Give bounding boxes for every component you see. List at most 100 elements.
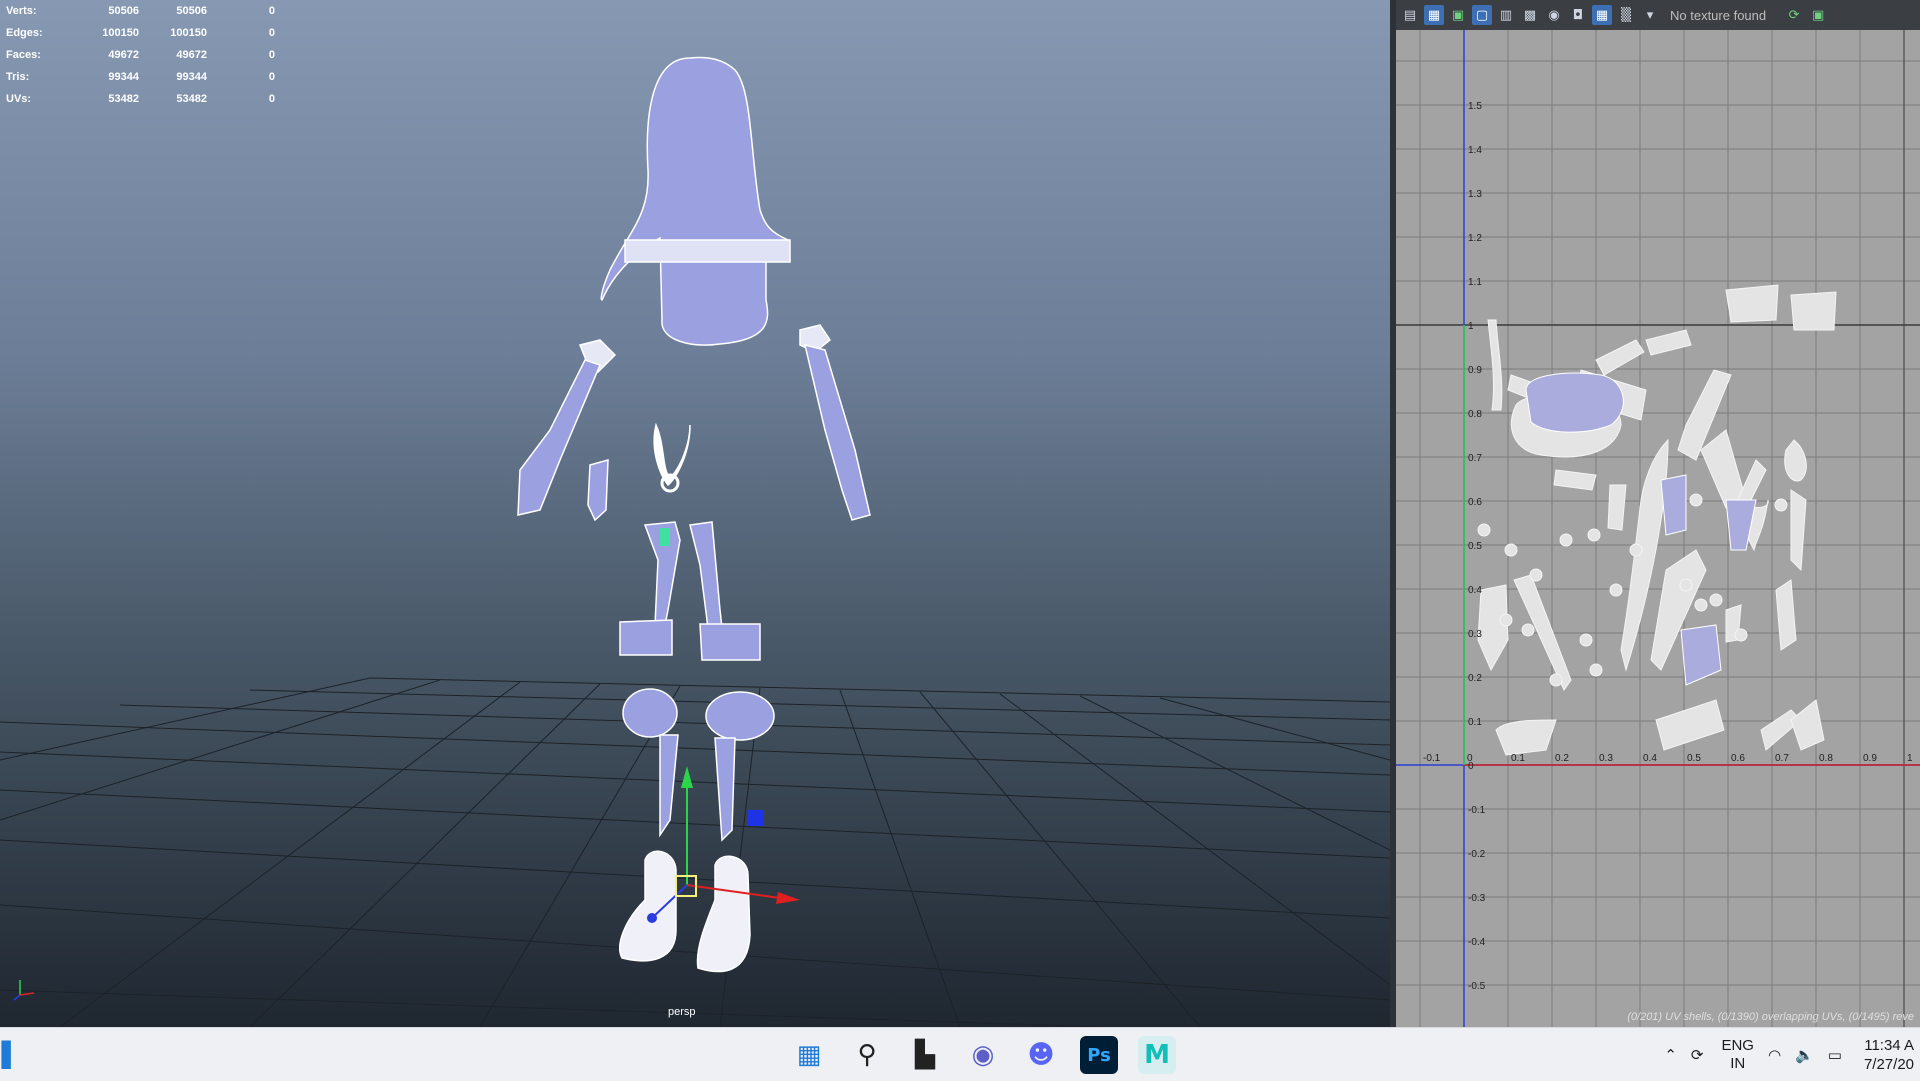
hair-band-mesh[interactable] — [624, 239, 791, 263]
left-arm-mesh[interactable] — [517, 359, 602, 516]
uv-shell-ring[interactable] — [1579, 633, 1593, 647]
v-tick-label: 0.1 — [1468, 717, 1482, 728]
dropdown-arrow-icon[interactable]: ▾ — [1640, 5, 1660, 25]
character-mesh[interactable] — [517, 56, 871, 973]
battery-icon[interactable]: ▭ — [1828, 1046, 1842, 1064]
uv-shell[interactable] — [1553, 469, 1597, 491]
uv-grid-icon[interactable]: ▤ — [1400, 5, 1420, 25]
scene-canvas[interactable] — [0, 0, 1390, 1027]
right-arm-mesh[interactable] — [803, 343, 871, 521]
discord-icon[interactable]: ☻ — [1022, 1036, 1060, 1074]
uv-snap-icon[interactable]: ▥ — [1496, 5, 1516, 25]
widgets-icon[interactable]: ▌ — [0, 1036, 22, 1074]
hud-row: Faces: 49672 49672 0 — [6, 44, 275, 66]
photoshop-icon[interactable]: Ps — [1080, 1036, 1118, 1074]
uv-shell-ring[interactable] — [1774, 498, 1788, 512]
uv-grid-canvas[interactable]: 1.5 1.4 1.3 1.2 1.1 1 0.9 0.8 0.7 0.6 0.5 0.4 0.3 0.2… — [1396, 30, 1920, 1027]
y-axis-arrow[interactable] — [681, 766, 693, 788]
system-tray: ⌃ ⟳ ENG IN ◠ 🔈 ▭ 11:34 A 7/27/20 — [1650, 1028, 1920, 1081]
right-boot-mesh[interactable] — [696, 855, 751, 973]
uv-shell[interactable] — [1495, 719, 1557, 756]
sync-icon[interactable]: ⟳ — [1691, 1046, 1704, 1064]
uv-shell[interactable] — [1790, 291, 1837, 331]
uv-shell-ring[interactable] — [1734, 628, 1748, 642]
right-leg-mesh[interactable] — [689, 521, 723, 629]
hud-label: Verts: — [6, 5, 37, 17]
uv-sync-icon[interactable]: ⟳ — [1784, 5, 1804, 25]
hud-row: Verts: 50506 50506 0 — [6, 0, 275, 22]
clock[interactable]: 11:34 A 7/27/20 — [1864, 1036, 1914, 1074]
maya-icon[interactable]: M — [1138, 1036, 1176, 1074]
hud-row: UVs: 53482 53482 0 — [6, 88, 275, 110]
uv-checker-icon[interactable]: ▩ — [1520, 5, 1540, 25]
view-axis-indicator — [13, 980, 35, 1001]
uv-shell[interactable] — [1655, 699, 1725, 751]
uv-shell-wire[interactable] — [1680, 624, 1722, 686]
hair-mesh[interactable] — [600, 56, 791, 346]
uv-shell-ring[interactable] — [1499, 613, 1513, 627]
u-tick-label: 0 — [1467, 753, 1473, 764]
uv-editor-panel[interactable]: ▤ ▦ ▣ ▢ ▥ ▩ ◉ ◘ ▦ ▒ ▾ No texture found ⟳ ▣ 1.5 1.4 1.3 1… — [1396, 0, 1920, 1027]
v-tick-label: 0.5 — [1468, 541, 1482, 552]
uv-texture-icon[interactable]: ▦ — [1592, 5, 1612, 25]
z-axis-tip[interactable] — [647, 913, 657, 923]
uv-shell-ring[interactable] — [1629, 543, 1643, 557]
uv-shell[interactable] — [1487, 319, 1503, 411]
right-knee-pad-mesh[interactable] — [705, 691, 775, 741]
left-boot-mesh[interactable] — [619, 850, 677, 962]
task-view-icon[interactable]: ▙ — [906, 1036, 944, 1074]
language-indicator[interactable]: ENG IN — [1721, 1037, 1754, 1073]
uv-image-icon[interactable]: ▣ — [1448, 5, 1468, 25]
uv-shell-ring[interactable] — [1504, 543, 1518, 557]
uv-shell[interactable] — [1607, 484, 1627, 531]
uv-pattern-icon[interactable]: ▒ — [1616, 5, 1636, 25]
uv-shell-ring[interactable] — [1709, 593, 1723, 607]
right-shorts-cuff-mesh[interactable] — [699, 623, 761, 661]
left-sock-mesh[interactable] — [659, 734, 679, 838]
volume-icon[interactable]: 🔈 — [1795, 1046, 1814, 1064]
hud-value: 49672 — [176, 49, 207, 61]
uv-shell-ring[interactable] — [1689, 493, 1703, 507]
uv-shell-ring[interactable] — [1521, 623, 1535, 637]
windows-start-icon[interactable]: ▦ — [790, 1036, 828, 1074]
uv-shell[interactable] — [1790, 699, 1825, 751]
uv-shell-ring[interactable] — [1549, 673, 1563, 687]
uv-shell-ring[interactable] — [1477, 523, 1491, 537]
chevron-up-icon[interactable]: ⌃ — [1664, 1046, 1677, 1064]
uv-frame-icon[interactable]: ▢ — [1472, 5, 1492, 25]
uv-shell-ring[interactable] — [1587, 528, 1601, 542]
u-tick-label: -0.1 — [1423, 753, 1441, 764]
uv-shell-wire[interactable] — [1660, 474, 1687, 536]
uv-display-icon[interactable]: ▦ — [1424, 5, 1444, 25]
uv-shell[interactable] — [1775, 579, 1797, 651]
uv-shell[interactable] — [1477, 584, 1509, 672]
uv-shell-ring[interactable] — [1589, 663, 1603, 677]
teams-chat-icon[interactable]: ◉ — [964, 1036, 1002, 1074]
uv-shell-ring[interactable] — [1529, 568, 1543, 582]
uv-shell[interactable] — [1784, 439, 1807, 482]
hud-row: Tris: 99344 99344 0 — [6, 66, 275, 88]
left-shorts-cuff-mesh[interactable] — [619, 619, 673, 656]
uv-shade-icon[interactable]: ◉ — [1544, 5, 1564, 25]
u-tick-label: 0.2 — [1555, 753, 1569, 764]
uv-shell[interactable] — [1595, 339, 1645, 376]
uv-shell-ring[interactable] — [1559, 533, 1573, 547]
uv-shell-ring[interactable] — [1694, 598, 1708, 612]
uv-shell-wire[interactable] — [1525, 372, 1624, 433]
uv-shell[interactable] — [1790, 489, 1807, 572]
uv-camera-icon[interactable]: ◘ — [1568, 5, 1588, 25]
wifi-icon[interactable]: ◠ — [1768, 1046, 1781, 1064]
uv-shell-ring[interactable] — [1679, 578, 1693, 592]
camera-label: persp — [668, 1006, 696, 1018]
hud-value: 49672 — [108, 49, 139, 61]
uv-shell-ring[interactable] — [1609, 583, 1623, 597]
perspective-viewport[interactable]: Verts: 50506 50506 0 Edges: 100150 100150 0 Face… — [0, 0, 1390, 1027]
search-icon[interactable]: ⚲ — [848, 1036, 886, 1074]
left-hand-piece-mesh[interactable] — [587, 459, 609, 522]
left-knee-pad-mesh[interactable] — [622, 688, 678, 738]
plane-handle[interactable] — [748, 810, 764, 826]
x-axis-arrow[interactable] — [776, 892, 800, 904]
uv-export-icon[interactable]: ▣ — [1808, 5, 1828, 25]
uv-shell[interactable] — [1725, 284, 1779, 323]
hud-label: UVs: — [6, 93, 32, 105]
